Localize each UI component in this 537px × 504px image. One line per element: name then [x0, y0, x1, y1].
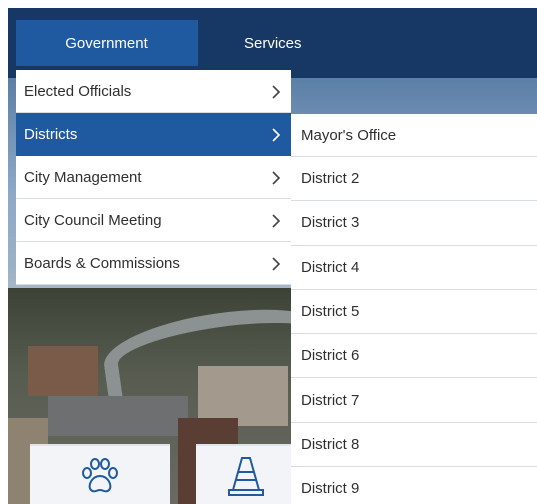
menu-item-districts[interactable]: Districts: [16, 113, 291, 156]
submenu-item-district-3[interactable]: District 3: [291, 201, 537, 246]
government-dropdown-menu: Elected Officials Districts City Managem…: [16, 70, 291, 285]
menu-item-label: City Council Meeting: [24, 211, 162, 229]
menu-item-elected-officials[interactable]: Elected Officials: [16, 70, 291, 113]
submenu-item-district-2[interactable]: District 2: [291, 157, 537, 202]
submenu-item-district-4[interactable]: District 4: [291, 245, 537, 290]
quick-link-road-work[interactable]: [196, 444, 296, 504]
submenu-item-mayors-office[interactable]: Mayor's Office: [291, 114, 537, 157]
photo-building: [48, 396, 188, 436]
menu-item-label: City Management: [24, 168, 142, 186]
chevron-right-icon: [271, 199, 281, 242]
paw-icon: [82, 458, 118, 493]
menu-item-label: Districts: [24, 125, 78, 143]
menu-item-city-management[interactable]: City Management: [16, 156, 291, 199]
top-navigation-bar: Government Services: [8, 8, 537, 78]
menu-item-boards-commissions[interactable]: Boards & Commissions: [16, 242, 291, 285]
photo-building: [198, 366, 288, 426]
traffic-cone-icon: [228, 457, 264, 496]
submenu-item-district-7[interactable]: District 7: [291, 378, 537, 423]
submenu-item-district-6[interactable]: District 6: [291, 334, 537, 379]
chevron-right-icon: [271, 242, 281, 285]
chevron-right-icon: [271, 156, 281, 199]
tab-services[interactable]: Services: [244, 20, 324, 66]
districts-submenu: Mayor's Office District 2 District 3 Dis…: [291, 114, 537, 504]
tab-government[interactable]: Government: [16, 20, 197, 66]
menu-item-label: Elected Officials: [24, 82, 132, 100]
nav-divider: [197, 20, 198, 66]
submenu-item-district-5[interactable]: District 5: [291, 289, 537, 335]
quick-link-animal-services[interactable]: [30, 444, 170, 504]
chevron-right-icon: [271, 70, 281, 113]
page-frame: Government Services Elected Officials Di…: [8, 8, 537, 504]
submenu-item-district-8[interactable]: District 8: [291, 422, 537, 468]
photo-building: [28, 346, 98, 396]
chevron-right-icon: [271, 113, 281, 156]
submenu-item-district-9[interactable]: District 9: [291, 467, 537, 504]
menu-item-label: Boards & Commissions: [24, 254, 180, 272]
menu-item-city-council-meeting[interactable]: City Council Meeting: [16, 199, 291, 242]
